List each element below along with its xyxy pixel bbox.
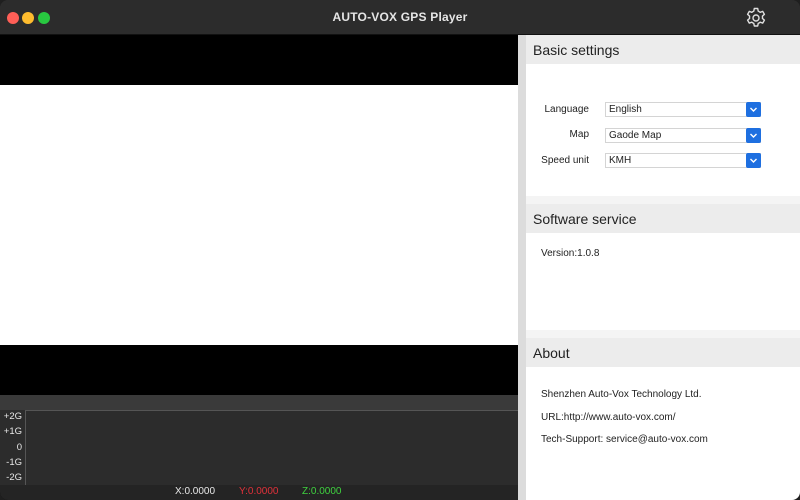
section-divider — [526, 196, 800, 204]
axis-label-zero: 0 — [16, 442, 22, 453]
section-divider — [526, 330, 800, 338]
map-label: Map — [569, 129, 589, 140]
window-title: AUTO-VOX GPS Player — [332, 10, 468, 24]
axis-label-plus-2g: +2G — [3, 411, 22, 422]
speed-unit-label: Speed unit — [541, 155, 589, 166]
gsensor-readout: X:0.0000 Y:0.0000 Z:0.0000 — [0, 485, 518, 500]
software-service-header: Software service — [526, 204, 800, 233]
gear-icon[interactable] — [742, 5, 770, 31]
settings-panel: Basic settings Language English Map Gaod… — [526, 35, 800, 500]
gsensor-axis-labels: +2G +1G 0 -1G -2G — [0, 410, 24, 485]
speed-unit-select[interactable]: KMH — [605, 153, 761, 168]
y-value: Y:0.0000 — [239, 486, 279, 497]
gsensor-chart: +2G +1G 0 -1G -2G — [0, 410, 518, 485]
chevron-down-icon — [746, 102, 761, 117]
version-text: Version:1.0.8 — [541, 248, 600, 259]
z-value: Z:0.0000 — [302, 486, 342, 497]
video-view-top — [0, 35, 518, 85]
url-text: URL:http://www.auto-vox.com/ — [541, 412, 676, 423]
title-bar: AUTO-VOX GPS Player — [0, 0, 800, 35]
map-select[interactable]: Gaode Map — [605, 128, 761, 143]
app-window: AUTO-VOX GPS Player +2G +1G 0 -1G -2G X:… — [0, 0, 800, 500]
company-text: Shenzhen Auto-Vox Technology Ltd. — [541, 389, 702, 400]
map-view[interactable] — [0, 85, 518, 345]
language-label: Language — [544, 104, 590, 115]
x-value: X:0.0000 — [175, 486, 216, 497]
axis-label-minus-1g: -1G — [6, 457, 22, 468]
support-text: Tech-Support: service@auto-vox.com — [541, 434, 708, 445]
panel-splitter[interactable] — [518, 35, 526, 500]
chevron-down-icon — [746, 128, 761, 143]
gsensor-plot-area — [25, 410, 518, 485]
player-panel: +2G +1G 0 -1G -2G X:0.0000 Y:0.0000 Z:0.… — [0, 35, 518, 500]
about-header: About — [526, 338, 800, 367]
axis-label-plus-1g: +1G — [3, 426, 22, 437]
map-value: Gaode Map — [609, 130, 662, 141]
basic-settings-header: Basic settings — [526, 35, 800, 64]
axis-label-minus-2g: -2G — [6, 472, 22, 483]
language-value: English — [609, 104, 642, 115]
video-view-bottom — [0, 345, 518, 395]
gsensor-header — [0, 395, 518, 410]
speed-unit-value: KMH — [609, 155, 632, 166]
language-select[interactable]: English — [605, 102, 761, 117]
chevron-down-icon — [746, 153, 761, 168]
